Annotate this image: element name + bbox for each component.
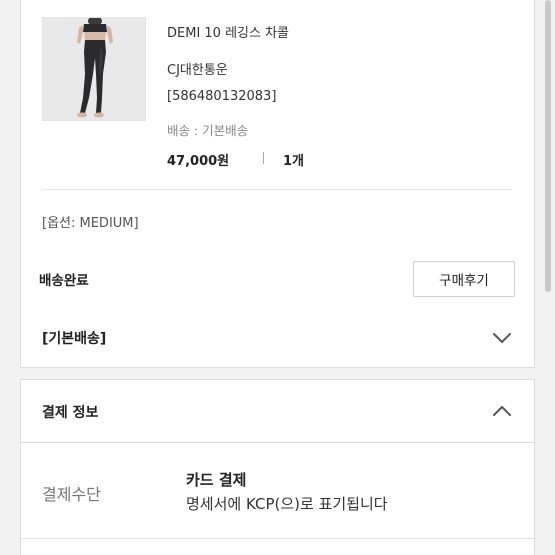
- product-option: [옵션: MEDIUM]: [42, 216, 139, 231]
- payment-header-divider: [21, 442, 534, 443]
- payment-statement-note: 명세서에 KCP(으)로 표기됩니다: [186, 495, 388, 513]
- payment-info-title[interactable]: 결제 정보: [42, 402, 98, 422]
- order-detail-screen: DEMI 10 레깅스 차콜 CJ대한통운 [586480132083] 배송 …: [0, 0, 555, 555]
- shipping-accordion-title: [기본배송]: [42, 331, 107, 347]
- product-name[interactable]: DEMI 10 레깅스 차콜: [167, 22, 289, 41]
- price-quantity-divider: [263, 152, 264, 164]
- write-review-button[interactable]: 구매후기: [413, 261, 515, 297]
- courier-name: CJ대한통운: [167, 63, 228, 78]
- product-thumbnail[interactable]: [42, 17, 146, 121]
- payment-row-divider: [21, 538, 534, 539]
- page-scrollbar[interactable]: [545, 0, 551, 292]
- leggings-product-photo: [43, 18, 145, 120]
- item-divider: [42, 189, 512, 190]
- product-price: 47,000원: [167, 154, 230, 169]
- tracking-number[interactable]: [586480132083]: [167, 89, 276, 104]
- shipping-type: 배송 : 기본배송: [167, 123, 249, 138]
- product-quantity: 1개: [283, 154, 305, 169]
- chevron-down-icon[interactable]: [492, 328, 512, 348]
- payment-info-section: 결제 정보 결제수단 카드 결제 명세서에 KCP(으)로 표기됩니다: [20, 379, 535, 555]
- payment-method-value: 카드 결제: [186, 471, 247, 489]
- delivery-status: 배송완료: [39, 273, 89, 289]
- order-item-card: DEMI 10 레깅스 차콜 CJ대한통운 [586480132083] 배송 …: [20, 0, 535, 308]
- chevron-up-icon[interactable]: [492, 401, 512, 421]
- payment-method-label: 결제수단: [42, 485, 101, 504]
- shipping-accordion[interactable]: [기본배송]: [20, 307, 535, 368]
